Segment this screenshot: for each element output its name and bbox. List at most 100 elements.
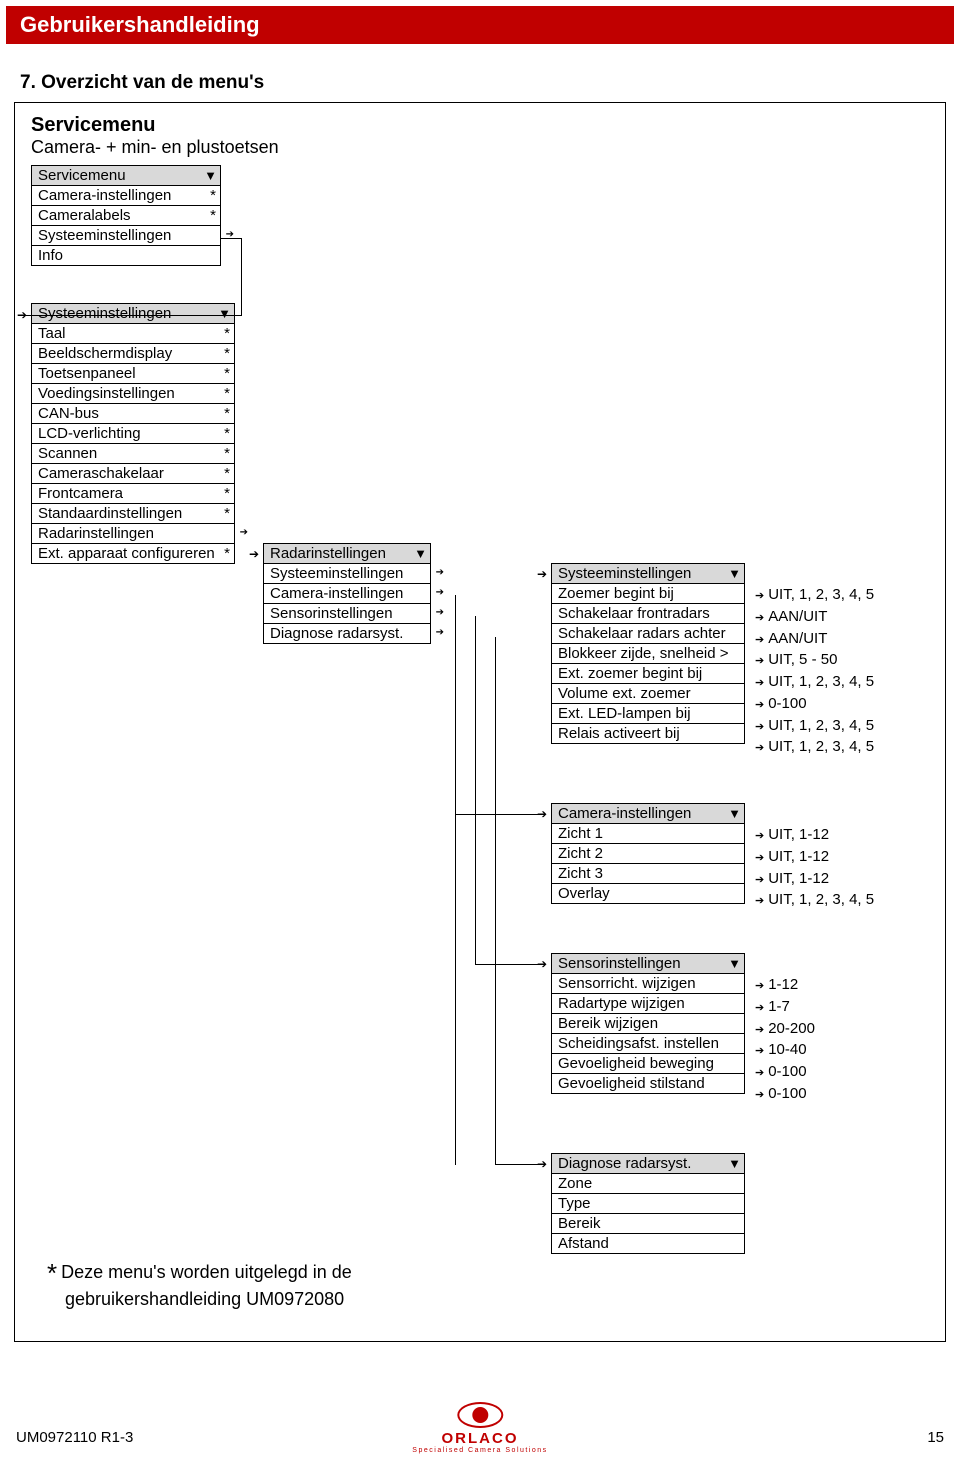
- menu-title: Radarinstellingen▼: [264, 544, 430, 564]
- connector-line: [475, 616, 476, 964]
- menu-item: Sensorricht. wijzigen: [552, 974, 744, 994]
- menu-item: Gevoeligheid stilstand: [552, 1074, 744, 1093]
- options-sensor: 1-12 1-7 20-200 10-40 0-100 0-100: [755, 974, 815, 1105]
- menu-item: Camera-instellingen*: [32, 186, 220, 206]
- menu-item: Ext. zoemer begint bij: [552, 664, 744, 684]
- menu-item-label: Ext. zoemer begint bij: [558, 665, 702, 682]
- connector-line: [241, 238, 242, 316]
- menu-box-servicemenu: Servicemenu ▼ Camera-instellingen* Camera…: [31, 165, 221, 266]
- menu-item: Relais activeert bij: [552, 724, 744, 743]
- option-value: 0-100: [755, 1083, 815, 1105]
- menu-item-label: Sensorricht. wijzigen: [558, 975, 696, 992]
- chevron-down-icon: ▼: [728, 1156, 741, 1171]
- brand-tagline: Specialised Camera Solutions: [412, 1447, 547, 1454]
- menu-title: Servicemenu ▼: [32, 166, 220, 186]
- menu-item: Afstand: [552, 1234, 744, 1253]
- connector-line: [475, 964, 545, 965]
- menu-item-label: Standaardinstellingen: [38, 505, 182, 522]
- asterisk-icon: *: [224, 445, 230, 462]
- connector-line: [455, 814, 545, 815]
- menu-item: CAN-bus*: [32, 404, 234, 424]
- asterisk-icon: *: [224, 485, 230, 502]
- menu-item-label: Overlay: [558, 885, 610, 902]
- menu-item: Systeeminstellingen: [32, 226, 220, 246]
- menu-item: Overlay: [552, 884, 744, 903]
- menu-item: Schakelaar frontradars: [552, 604, 744, 624]
- menu-box-sys2: Systeeminstellingen▼ Zoemer begint bij S…: [551, 563, 745, 744]
- connector-line: [495, 1164, 545, 1165]
- asterisk-icon: *: [224, 465, 230, 482]
- chevron-down-icon: ▼: [204, 168, 217, 183]
- connector-line: [455, 595, 456, 1165]
- option-value: UIT, 5 - 50: [755, 649, 874, 671]
- menu-item-label: Beeldschermdisplay: [38, 345, 172, 362]
- chevron-down-icon: ▼: [728, 566, 741, 581]
- menu-item-label: Info: [38, 247, 63, 264]
- menu-item: Info: [32, 246, 220, 265]
- diagram-frame: Servicemenu Camera- + min- en plustoetse…: [14, 102, 946, 1342]
- option-value: UIT, 1-12: [755, 868, 874, 890]
- menu-item-label: Bereik wijzigen: [558, 1015, 658, 1032]
- menu-item: Zicht 2: [552, 844, 744, 864]
- brand-name: ORLACO: [412, 1430, 547, 1447]
- section-title: 7. Overzicht van de menu's: [20, 72, 960, 94]
- menu-item: Cameraschakelaar *: [32, 464, 234, 484]
- menu-item-label: Taal: [38, 325, 66, 342]
- connector-line: [25, 315, 241, 316]
- asterisk-icon: *: [224, 325, 230, 342]
- menu-item-label: Ext. LED-lampen bij: [558, 705, 691, 722]
- option-value: UIT, 1-12: [755, 846, 874, 868]
- menu-title: Systeeminstellingen▼: [552, 564, 744, 584]
- eye-icon: [457, 1402, 503, 1428]
- arrow-right-icon: ➔: [537, 567, 547, 581]
- menu-box-camera: Camera-instellingen▼ Zicht 1 Zicht 2 Zic…: [551, 803, 745, 904]
- menu-item: Ext. LED-lampen bij: [552, 704, 744, 724]
- servicemenu-subheading: Camera- + min- en plustoetsen: [31, 137, 935, 158]
- menu-item: Volume ext. zoemer: [552, 684, 744, 704]
- option-value: AAN/UIT: [755, 606, 874, 628]
- menu-title-text: Camera-instellingen: [558, 805, 691, 822]
- menu-item: Type: [552, 1194, 744, 1214]
- menu-item-label: Zicht 1: [558, 825, 603, 842]
- footer-doc-id: UM0972110 R1-3: [16, 1429, 133, 1446]
- options-sys2: UIT, 1, 2, 3, 4, 5 AAN/UIT AAN/UIT UIT, …: [755, 584, 874, 758]
- asterisk-icon: *: [224, 405, 230, 422]
- menu-item: Frontcamera *: [32, 484, 234, 504]
- chevron-down-icon: ▼: [728, 956, 741, 971]
- menu-item: Gevoeligheid beweging: [552, 1054, 744, 1074]
- menu-title: Camera-instellingen▼: [552, 804, 744, 824]
- connector-line: [221, 238, 241, 239]
- menu-item: Zone: [552, 1174, 744, 1194]
- menu-item-label: Scannen: [38, 445, 97, 462]
- menu-item-label: Relais activeert bij: [558, 725, 680, 742]
- menu-item: Radarinstellingen: [32, 524, 234, 544]
- menu-title: Sensorinstellingen ▼: [552, 954, 744, 974]
- menu-title-text: Systeeminstellingen: [38, 305, 171, 322]
- menu-title-text: Sensorinstellingen: [558, 955, 681, 972]
- footnote: *Deze menu's worden uitgelegd in de gebr…: [47, 1258, 352, 1311]
- menu-item-label: Ext. apparaat configureren: [38, 545, 215, 562]
- menu-title-text: Servicemenu: [38, 167, 126, 184]
- menu-box-diagnose: Diagnose radarsyst.▼ Zone Type Bereik Af…: [551, 1153, 745, 1254]
- menu-item-label: Frontcamera: [38, 485, 123, 502]
- menu-item-label: Cameralabels: [38, 207, 131, 224]
- menu-item-label: Cameraschakelaar: [38, 465, 164, 482]
- servicemenu-heading: Servicemenu: [31, 113, 935, 137]
- menu-item-label: Schakelaar frontradars: [558, 605, 710, 622]
- asterisk-icon: *: [224, 365, 230, 382]
- option-value: 0-100: [755, 693, 874, 715]
- menu-item-label: Gevoeligheid stilstand: [558, 1075, 705, 1092]
- menu-item-label: Gevoeligheid beweging: [558, 1055, 714, 1072]
- menu-item: Diagnose radarsyst.: [264, 624, 430, 643]
- brand-logo: ORLACO Specialised Camera Solutions: [412, 1402, 547, 1454]
- asterisk-icon: *: [224, 425, 230, 442]
- menu-item-label: Blokkeer zijde, snelheid >: [558, 645, 729, 662]
- option-value: UIT, 1, 2, 3, 4, 5: [755, 584, 874, 606]
- option-value: 20-200: [755, 1018, 815, 1040]
- footnote-line1: Deze menu's worden uitgelegd in de: [61, 1262, 352, 1282]
- menu-item-label: Voedingsinstellingen: [38, 385, 175, 402]
- menu-title-text: Diagnose radarsyst.: [558, 1155, 691, 1172]
- option-value: 1-12: [755, 974, 815, 996]
- menu-item: Camera-instellingen: [264, 584, 430, 604]
- options-camera: UIT, 1-12 UIT, 1-12 UIT, 1-12 UIT, 1, 2,…: [755, 824, 874, 911]
